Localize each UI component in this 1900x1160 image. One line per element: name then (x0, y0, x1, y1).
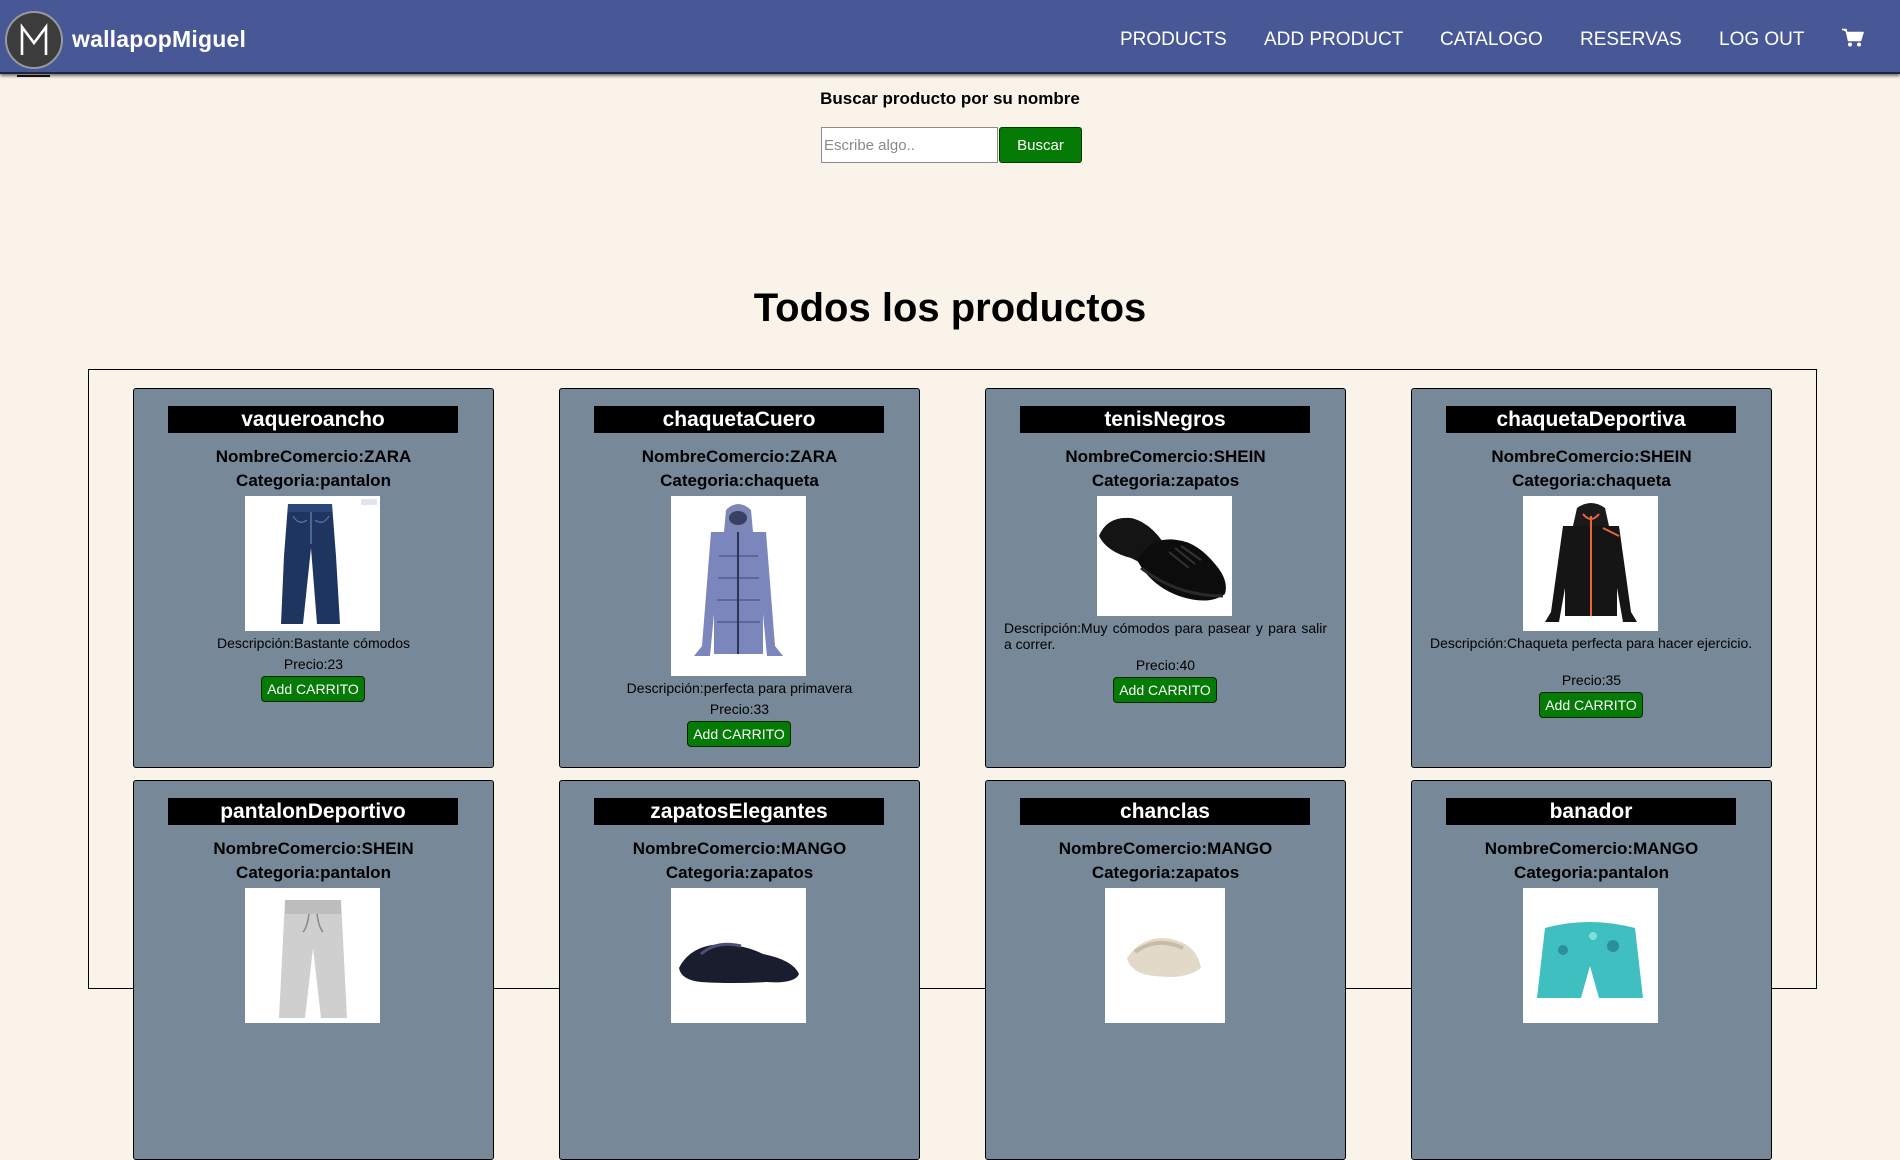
search-button[interactable]: Buscar (999, 127, 1082, 163)
product-description: Descripción:Muy cómodos para pasear y pa… (1004, 620, 1327, 652)
product-description: Descripción:Bastante cómodos (217, 635, 410, 651)
nav-link-add-product[interactable]: ADD PRODUCT (1264, 29, 1403, 51)
product-image (245, 496, 380, 631)
product-category: Categoria:zapatos (665, 863, 814, 882)
product-price: Precio:35 (1561, 672, 1622, 688)
product-image (1097, 496, 1232, 616)
product-commerce: NombreComercio:ZARA (641, 447, 838, 466)
product-image (671, 496, 806, 676)
product-image (1523, 888, 1658, 1023)
nav-link-reservas[interactable]: RESERVAS (1580, 29, 1682, 51)
product-name: zapatosElegantes (594, 798, 884, 825)
product-name: vaqueroancho (168, 406, 458, 433)
product-commerce: NombreComercio:MANGO (1058, 839, 1273, 858)
product-name: pantalonDeportivo (168, 798, 458, 825)
product-category: Categoria:pantalon (1514, 863, 1669, 882)
product-card: banador NombreComercio:MANGO Categoria:p… (1411, 780, 1772, 1160)
nav-link-log-out[interactable]: LOG OUT (1719, 29, 1805, 51)
product-grid: vaqueroancho NombreComercio:ZARA Categor… (88, 369, 1817, 1160)
brand-logo[interactable] (5, 11, 63, 69)
shopping-cart-icon[interactable] (1842, 28, 1864, 48)
product-name: chanclas (1020, 798, 1310, 825)
product-description: Descripción:Chaqueta perfecta para hacer… (1430, 635, 1753, 651)
product-card: zapatosElegantes NombreComercio:MANGO Ca… (559, 780, 920, 1160)
product-card: vaqueroancho NombreComercio:ZARA Categor… (133, 388, 494, 768)
product-category: Categoria:chaqueta (1512, 471, 1671, 490)
product-price: Precio:23 (283, 656, 344, 672)
product-category: Categoria:zapatos (1091, 471, 1240, 490)
product-category: Categoria:pantalon (236, 471, 391, 490)
product-name: tenisNegros (1020, 406, 1310, 433)
product-image (245, 888, 380, 1023)
product-image (671, 888, 806, 1023)
product-category: Categoria:pantalon (236, 863, 391, 882)
product-image (1523, 496, 1658, 631)
product-commerce: NombreComercio:MANGO (632, 839, 847, 858)
add-to-cart-button[interactable]: Add CARRITO (261, 676, 365, 702)
add-to-cart-button[interactable]: Add CARRITO (1539, 692, 1643, 718)
product-category: Categoria:chaqueta (660, 471, 819, 490)
product-commerce: NombreComercio:SHEIN (213, 839, 414, 858)
nav-link-catalogo[interactable]: CATALOGO (1440, 29, 1543, 51)
page-title: Todos los productos (753, 286, 1147, 330)
product-price: Precio:33 (709, 701, 770, 717)
product-price: Precio:40 (1135, 657, 1196, 673)
product-name: chaquetaCuero (594, 406, 884, 433)
product-commerce: NombreComercio:SHEIN (1065, 447, 1266, 466)
product-card: chaquetaDeportiva NombreComercio:SHEIN C… (1411, 388, 1772, 768)
product-card: chaquetaCuero NombreComercio:ZARA Catego… (559, 388, 920, 768)
search-input[interactable] (821, 127, 998, 163)
product-commerce: NombreComercio:MANGO (1484, 839, 1699, 858)
product-name: chaquetaDeportiva (1446, 406, 1736, 433)
product-image (1105, 888, 1225, 1023)
add-to-cart-button[interactable]: Add CARRITO (1113, 677, 1217, 703)
product-category: Categoria:zapatos (1091, 863, 1240, 882)
search-title: Buscar producto por su nombre (820, 89, 1080, 108)
product-card: pantalonDeportivo NombreComercio:SHEIN C… (133, 780, 494, 1160)
product-description: Descripción:perfecta para primavera (626, 680, 853, 696)
product-commerce: NombreComercio:SHEIN (1491, 447, 1692, 466)
add-to-cart-button[interactable]: Add CARRITO (687, 721, 791, 747)
top-navbar: wallapopMiguel PRODUCTS ADD PRODUCT CATA… (0, 0, 1900, 74)
product-commerce: NombreComercio:ZARA (215, 447, 412, 466)
product-card: tenisNegros NombreComercio:SHEIN Categor… (985, 388, 1346, 768)
divider-tick (17, 75, 50, 77)
nav-link-products[interactable]: PRODUCTS (1120, 29, 1227, 51)
brand-name[interactable]: wallapopMiguel (72, 26, 246, 53)
product-name: banador (1446, 798, 1736, 825)
product-card: chanclas NombreComercio:MANGO Categoria:… (985, 780, 1346, 1160)
